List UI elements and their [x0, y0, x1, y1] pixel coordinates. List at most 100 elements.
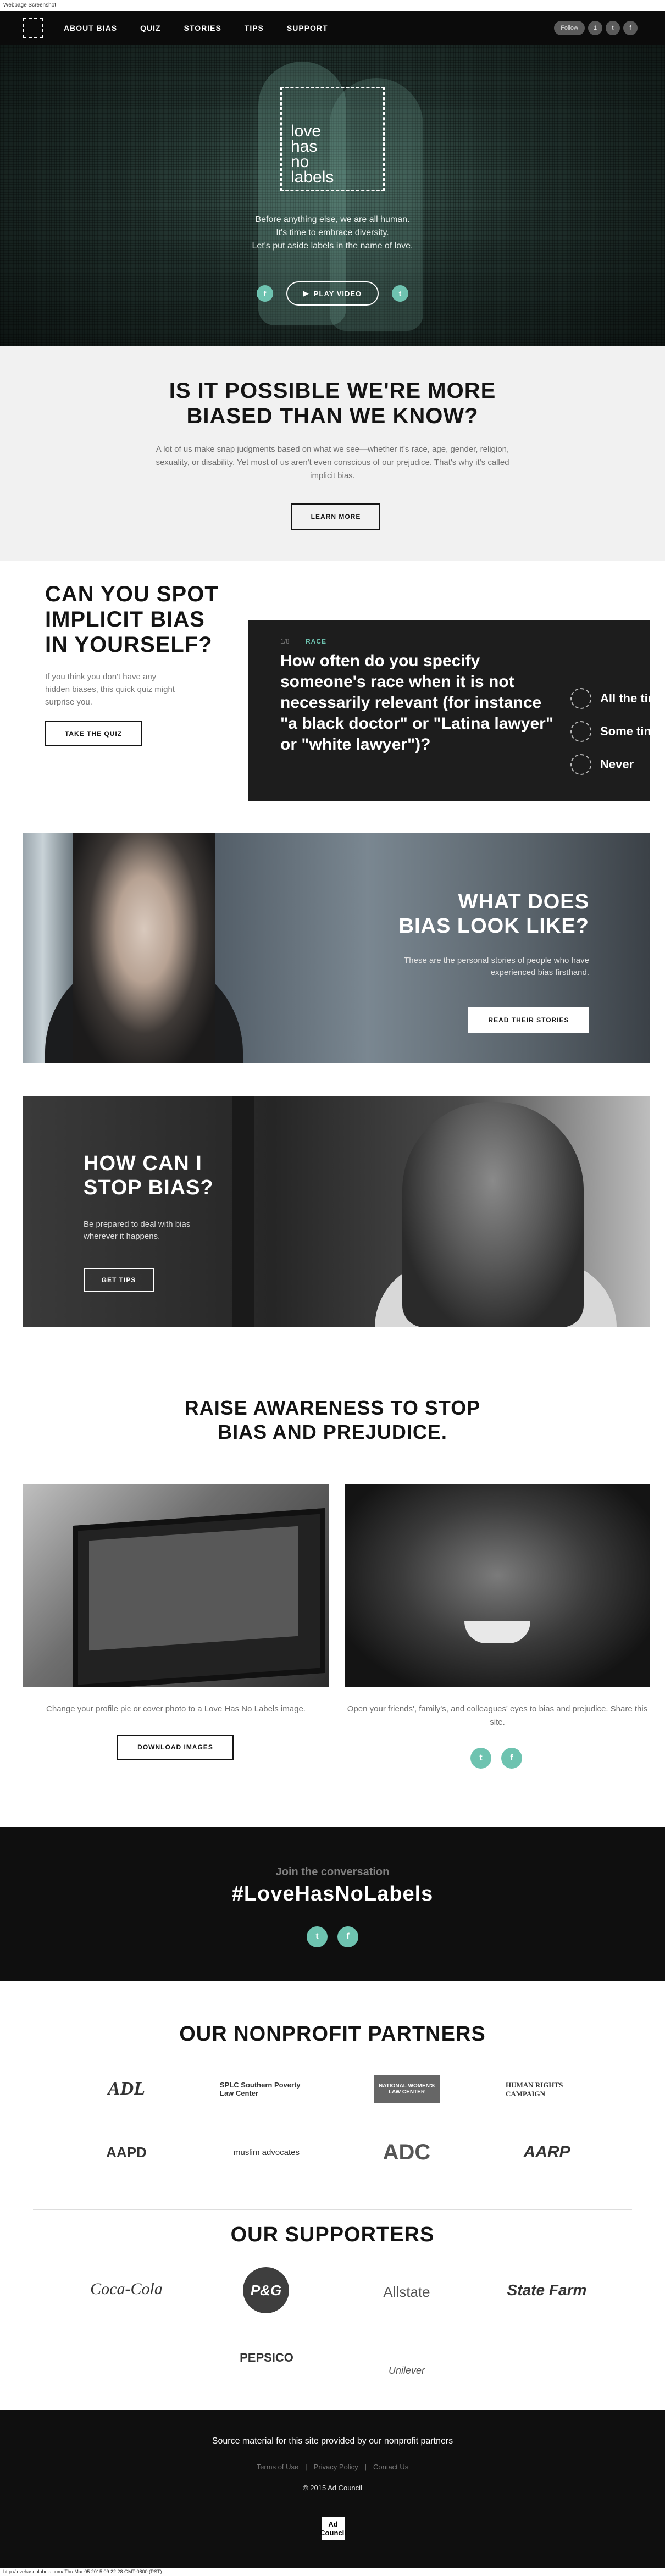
take-quiz-label: TAKE THE QUIZ [64, 730, 123, 738]
play-video-button[interactable]: ▶ PLAY VIDEO [286, 281, 379, 306]
share-caption: Open your friends', family's, and collea… [347, 1704, 648, 1727]
footer-separator: | [305, 2463, 307, 2471]
share-site-photo [345, 1484, 650, 1687]
tips-body: Be prepared to deal with bias wherever i… [84, 1220, 191, 1241]
hero-line-2: It's time to embrace diversity. [276, 228, 389, 237]
partner-logo-hrc[interactable]: HUMAN RIGHTS CAMPAIGN [506, 2074, 588, 2105]
learn-more-label: LEARN MORE [311, 513, 361, 520]
read-stories-label: READ THEIR STORIES [488, 1016, 569, 1024]
radio-circle-icon [570, 688, 591, 709]
hero-line-1: Before anything else, we are all human. [255, 215, 410, 224]
site-footer: Source material for this site provided b… [0, 2410, 665, 2568]
photo-smile [464, 1621, 530, 1643]
hero-tagline: Before anything else, we are all human. … [0, 213, 665, 253]
top-nav: ABOUT BIAS QUIZ STORIES TIPS SUPPORT Fol… [0, 11, 665, 45]
footer-separator: | [364, 2463, 367, 2471]
hero: love has no labels Before anything else,… [0, 45, 665, 346]
question-category: RACE [306, 638, 327, 645]
option-label: Never [600, 757, 634, 771]
option-label: Some time [600, 724, 650, 738]
twitter-icon[interactable]: t [470, 1748, 491, 1769]
download-images-button[interactable]: DOWNLOAD IMAGES [117, 1735, 234, 1760]
laptop-content [89, 1526, 298, 1651]
question-counter: 1/8 [280, 638, 290, 645]
partner-logo-adc[interactable]: ADC [368, 2137, 445, 2168]
partner-logo-aapd[interactable]: AAPD [88, 2141, 165, 2163]
partner-logo-splc[interactable]: SPLC Southern Poverty Law Center [220, 2075, 313, 2103]
footer-terms-link[interactable]: Terms of Use [257, 2463, 299, 2471]
get-tips-button[interactable]: GET TIPS [84, 1268, 154, 1292]
banner-door [232, 1096, 254, 1327]
stories-banner: WHAT DOES BIAS LOOK LIKE? These are the … [23, 833, 650, 1063]
capture-header: Webpage Screenshot [0, 0, 665, 11]
download-images-label: DOWNLOAD IMAGES [137, 1743, 213, 1751]
option-label: All the time [600, 691, 650, 705]
get-tips-label: GET TIPS [101, 1276, 136, 1284]
supporter-logo-pg[interactable]: P&G [243, 2267, 289, 2313]
hero-actions: f ▶ PLAY VIDEO t [0, 281, 665, 306]
footer-copyright: © 2015 Ad Council [303, 2484, 362, 2492]
follow-count: 1 [588, 21, 602, 35]
banner-portrait [402, 1102, 584, 1327]
tips-banner: HOW CAN I STOP BIAS? Be prepared to deal… [23, 1096, 650, 1327]
supporter-logo-unilever[interactable]: Unilever [374, 2336, 440, 2376]
partner-logo-nwlc[interactable]: NATIONAL WOMEN'S LAW CENTER [374, 2075, 440, 2103]
supporter-logo-pepsico[interactable]: PEPSICO [225, 2347, 308, 2369]
facebook-icon[interactable]: f [337, 1926, 358, 1947]
join-label: Join the conversation [275, 1866, 390, 1878]
partner-logo-muslim-advocates[interactable]: muslim advocates [220, 2141, 313, 2163]
join-social: t f [0, 1926, 665, 1947]
footer-source: Source material for this site provided b… [212, 2436, 453, 2446]
supporter-logo-allstate[interactable]: Allstate [368, 2275, 445, 2308]
twitter-share-icon[interactable]: t [392, 285, 408, 302]
partner-logo-aarp[interactable]: AARP [506, 2141, 588, 2163]
nav-social: Follow 1 t f [554, 21, 638, 35]
nav-stories[interactable]: STORIES [184, 24, 221, 32]
twitter-icon[interactable]: t [606, 21, 620, 35]
nav-quiz[interactable]: QUIZ [140, 24, 160, 32]
follow-label: Follow [561, 25, 578, 31]
question-text: How often do you specify someone's race … [280, 652, 554, 754]
nav-support[interactable]: SUPPORT [287, 24, 328, 32]
stories-body: These are the personal stories of people… [404, 956, 589, 977]
footer-contact-link[interactable]: Contact Us [373, 2463, 408, 2471]
logo-text: love has no labels [291, 122, 334, 186]
quiz-title: CAN YOU SPOT IMPLICIT BIAS IN YOURSELF? [45, 582, 219, 657]
stories-title: WHAT DOES BIAS LOOK LIKE? [398, 890, 589, 938]
facebook-share-icon[interactable]: f [257, 285, 273, 302]
download-caption: Change your profile pic or cover photo t… [46, 1704, 306, 1714]
option-all-the-time[interactable]: All the time [570, 688, 650, 709]
read-stories-button[interactable]: READ THEIR STORIES [468, 1007, 589, 1033]
partner-logo-adl[interactable]: ADL [88, 2075, 165, 2103]
quiz-body: If you think you don't have any hidden b… [45, 672, 175, 707]
supporters-title: OUR SUPPORTERS [230, 2223, 435, 2246]
supporter-logo-coca-cola[interactable]: Coca-Cola [88, 2275, 165, 2303]
option-some-time[interactable]: Some time [570, 721, 650, 742]
play-icon: ▶ [303, 289, 309, 297]
facebook-icon[interactable]: f [623, 21, 638, 35]
play-video-label: PLAY VIDEO [313, 289, 362, 298]
quiz-question-card: 1/8 RACE How often do you specify someon… [248, 620, 650, 801]
share-icons: t f [470, 1748, 522, 1769]
hero-line-3: Let's put aside labels in the name of lo… [252, 241, 413, 251]
implicit-bias-section: IS IT POSSIBLE WE'RE MORE BIASED THAN WE… [0, 346, 665, 561]
capture-footer: http://lovehasnolabels.com/ Thu Mar 05 2… [0, 2568, 665, 2576]
nav-tips[interactable]: TIPS [245, 24, 264, 32]
learn-more-button[interactable]: LEARN MORE [291, 503, 380, 530]
site-logo-icon[interactable] [23, 18, 43, 38]
raise-title: RAISE AWARENESS TO STOP BIAS AND PREJUDI… [184, 1397, 481, 1443]
facebook-icon[interactable]: f [501, 1748, 522, 1769]
ad-council-badge[interactable]: Ad Council [320, 2517, 346, 2540]
footer-privacy-link[interactable]: Privacy Policy [314, 2463, 358, 2471]
twitter-icon[interactable]: t [307, 1926, 328, 1947]
option-never[interactable]: Never [570, 754, 634, 775]
section-divider [33, 2209, 632, 2210]
follow-button[interactable]: Follow [554, 21, 585, 35]
radio-circle-icon [570, 721, 591, 742]
tips-title: HOW CAN I STOP BIAS? [84, 1152, 214, 1199]
quiz-section: CAN YOU SPOT IMPLICIT BIAS IN YOURSELF? … [23, 561, 650, 801]
love-has-no-labels-logo: love has no labels [280, 87, 385, 191]
nav-about-bias[interactable]: ABOUT BIAS [64, 24, 117, 32]
supporter-logo-state-farm[interactable]: State Farm [495, 2278, 599, 2302]
take-quiz-button[interactable]: TAKE THE QUIZ [45, 721, 142, 746]
